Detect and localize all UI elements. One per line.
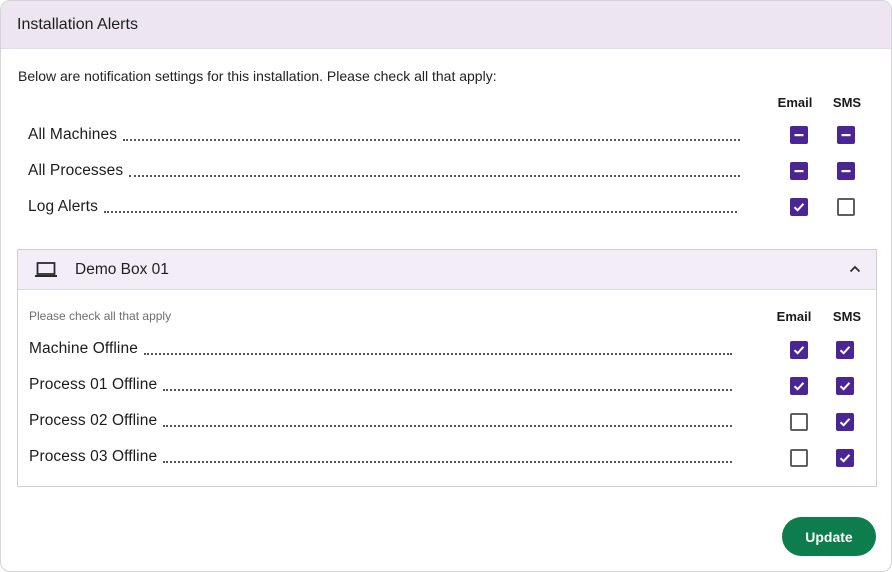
- machine-email-column-header: Email: [776, 309, 812, 324]
- row-label: Log Alerts: [28, 198, 98, 215]
- machine-hint: Please check all that apply: [29, 309, 172, 323]
- email-checkbox-process-02-offline[interactable]: [790, 413, 808, 431]
- machine-sms-column-header: SMS: [832, 309, 862, 324]
- dot-leader: [163, 453, 732, 463]
- machine-panel: Demo Box 01 Please check all that apply …: [17, 249, 877, 487]
- email-checkbox-process-03-offline[interactable]: [790, 449, 808, 467]
- row-label: Process 03 Offline: [29, 448, 158, 465]
- sms-checkbox-machine-offline[interactable]: [836, 341, 854, 359]
- update-button[interactable]: Update: [782, 517, 876, 556]
- row-label: Process 02 Offline: [29, 412, 158, 429]
- alert-row-log-alerts: Log Alerts: [28, 196, 737, 218]
- machine-name: Demo Box 01: [75, 260, 169, 278]
- row-label: All Machines: [28, 126, 118, 143]
- sms-checkbox-all-processes[interactable]: [837, 162, 855, 180]
- sms-checkbox-process-03-offline[interactable]: [836, 449, 854, 467]
- dot-leader: [163, 381, 732, 391]
- machine-row-process-03-offline: Process 03 Offline: [29, 446, 732, 468]
- dot-leader: [129, 167, 740, 177]
- sms-column-header: SMS: [832, 95, 862, 110]
- dot-leader: [143, 345, 732, 355]
- dot-leader: [123, 131, 740, 141]
- sms-checkbox-all-machines[interactable]: [837, 126, 855, 144]
- email-checkbox-log-alerts[interactable]: [790, 198, 808, 216]
- dot-leader: [103, 203, 737, 213]
- row-label: Process 01 Offline: [29, 376, 158, 393]
- machine-row-machine-offline: Machine Offline: [29, 338, 732, 360]
- alert-row-all-machines: All Machines: [28, 124, 740, 146]
- machine-row-process-01-offline: Process 01 Offline: [29, 374, 732, 396]
- chevron-up-icon[interactable]: [848, 262, 862, 281]
- card-title: Installation Alerts: [17, 15, 138, 33]
- installation-alerts-card: Installation Alerts Below are notificati…: [0, 0, 892, 572]
- sms-checkbox-process-02-offline[interactable]: [836, 413, 854, 431]
- row-label: Machine Offline: [29, 340, 138, 357]
- sms-checkbox-process-01-offline[interactable]: [836, 377, 854, 395]
- email-checkbox-all-processes[interactable]: [790, 162, 808, 180]
- email-checkbox-machine-offline[interactable]: [790, 341, 808, 359]
- alert-row-all-processes: All Processes: [28, 160, 740, 182]
- machine-row-process-02-offline: Process 02 Offline: [29, 410, 732, 432]
- sms-checkbox-log-alerts[interactable]: [837, 198, 855, 216]
- email-checkbox-process-01-offline[interactable]: [790, 377, 808, 395]
- dot-leader: [163, 417, 732, 427]
- card-header: Installation Alerts: [1, 1, 891, 49]
- machine-panel-header[interactable]: Demo Box 01: [18, 250, 876, 290]
- email-checkbox-all-machines[interactable]: [790, 126, 808, 144]
- row-label: All Processes: [28, 162, 124, 179]
- laptop-icon: [34, 261, 58, 279]
- email-column-header: Email: [777, 95, 813, 110]
- intro-text: Below are notification settings for this…: [18, 68, 497, 84]
